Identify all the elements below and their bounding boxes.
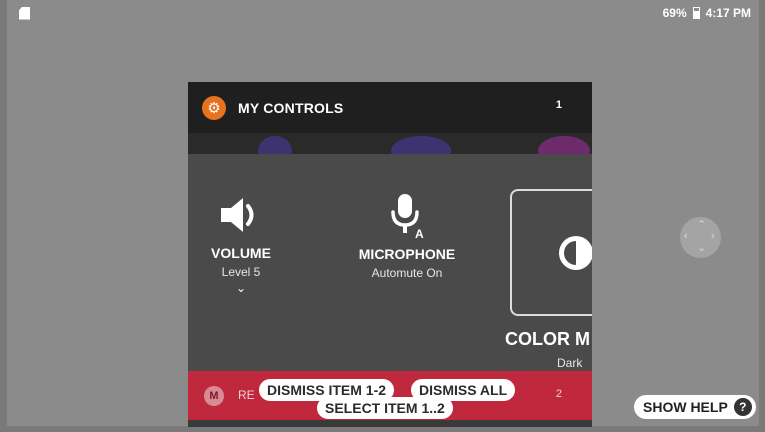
navigation-control[interactable]: ⌃ ‹ › ⌄: [680, 217, 721, 258]
clock: 4:17 PM: [705, 6, 751, 20]
microphone-auto-icon: A: [350, 192, 464, 240]
status-right: 69% 4:17 PM: [663, 6, 751, 20]
microphone-label: MICROPHONE: [358, 246, 456, 262]
panel-header[interactable]: ⚙ MY CONTROLS 1: [188, 82, 592, 133]
select-item-hint[interactable]: SELECT ITEM 1..2: [317, 397, 453, 419]
svg-text:A: A: [415, 227, 424, 240]
color-mode-label: COLOR M: [505, 329, 590, 349]
chevron-left-icon: ‹: [684, 230, 688, 242]
sd-card-icon: [19, 6, 30, 20]
chevron-right-icon: ›: [711, 230, 715, 242]
chevron-down-icon[interactable]: ⌄: [202, 281, 280, 295]
status-bar: 69% 4:17 PM: [7, 0, 759, 26]
peek-app-icon: [258, 136, 292, 154]
panel-title: MY CONTROLS: [238, 99, 344, 116]
my-controls-panel: ⚙ MY CONTROLS 1 VOLUME Level 5 ⌄ A MICRO…: [188, 82, 592, 427]
frame-left: [0, 0, 7, 432]
battery-percent: 69%: [662, 6, 687, 20]
color-mode-tile[interactable]: [510, 189, 592, 316]
frame-right: [759, 0, 765, 432]
next-control-label: RE: [238, 388, 255, 402]
app-badge-icon: M: [204, 386, 224, 406]
chevron-down-icon: ⌄: [697, 242, 707, 254]
volume-level: Level 5: [221, 265, 261, 279]
gear-icon: ⚙: [202, 95, 226, 120]
chevron-up-icon: ⌃: [697, 219, 707, 231]
color-mode-status: Dark: [557, 356, 583, 370]
peek-camera-icon: [538, 136, 590, 154]
peek-strip: [188, 133, 592, 154]
hint-divider: [406, 380, 408, 398]
peek-app-icon: [391, 136, 451, 154]
help-icon: ?: [733, 398, 752, 416]
microphone-status: Automute On: [371, 266, 443, 280]
volume-label: VOLUME: [211, 245, 271, 261]
battery-icon: [692, 7, 700, 19]
panel-item-number: 1: [555, 99, 562, 111]
next-item-number: 2: [555, 388, 562, 400]
show-help-label: SHOW HELP: [643, 399, 728, 415]
volume-tile[interactable]: VOLUME Level 5 ⌄: [202, 195, 280, 295]
speaker-icon: [202, 195, 280, 235]
microphone-tile[interactable]: A MICROPHONE Automute On: [350, 192, 464, 280]
show-help-button[interactable]: SHOW HELP ?: [634, 395, 756, 419]
bottom-strip: [188, 420, 592, 427]
contrast-icon: [559, 236, 592, 270]
